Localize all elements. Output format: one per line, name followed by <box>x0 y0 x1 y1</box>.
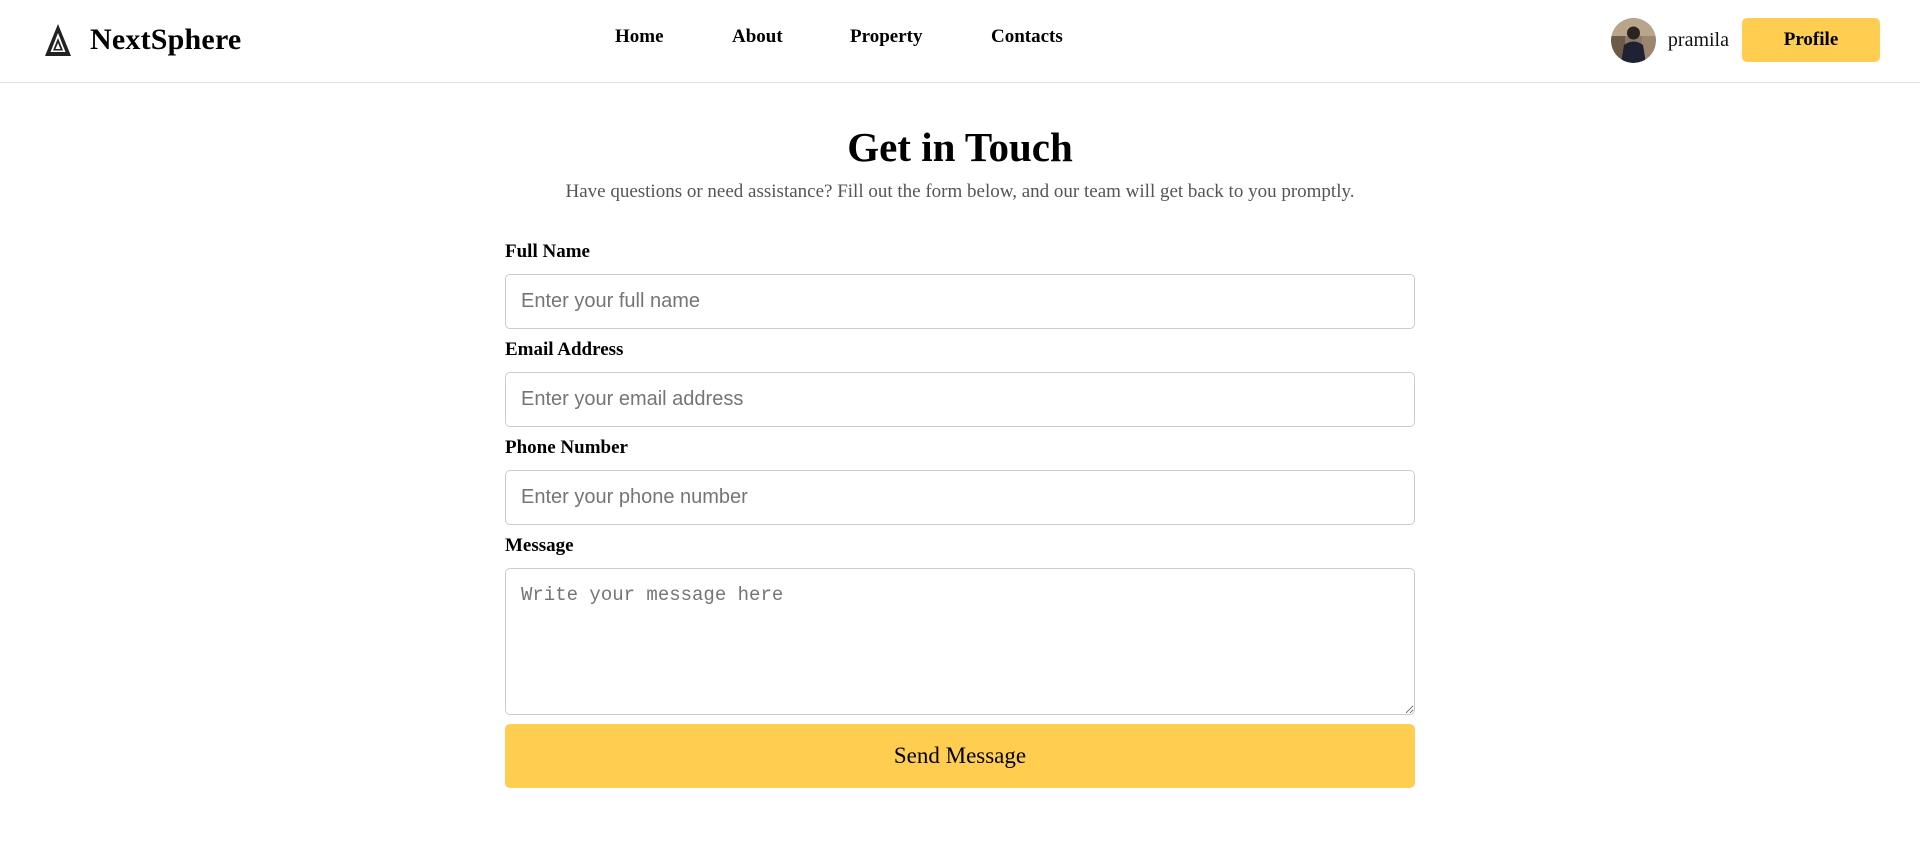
phone-label: Phone Number <box>505 437 628 458</box>
nav-about-link[interactable]: About <box>732 26 783 48</box>
page-title: Get in Touch <box>847 124 1073 170</box>
user-avatar[interactable] <box>1610 17 1656 63</box>
nav-contacts-link[interactable]: Contacts <box>991 26 1063 48</box>
send-message-button[interactable]: Send Message <box>505 724 1415 788</box>
top-header: NextSphere Home About Property Contacts … <box>0 0 1920 83</box>
message-textarea[interactable] <box>505 568 1415 715</box>
user-area: pramila Profile <box>1610 17 1880 63</box>
nav-property-link[interactable]: Property <box>850 26 922 48</box>
phone-input[interactable] <box>505 470 1415 525</box>
email-label: Email Address <box>505 339 624 360</box>
username: pramila <box>1667 28 1729 51</box>
message-label: Message <box>505 535 574 556</box>
full-name-input[interactable] <box>505 274 1415 329</box>
email-input[interactable] <box>505 372 1415 427</box>
full-name-label: Full Name <box>505 241 590 262</box>
page-subtitle: Have questions or need assistance? Fill … <box>565 181 1355 202</box>
nav-home-link[interactable]: Home <box>615 26 664 48</box>
profile-button[interactable]: Profile <box>1742 18 1880 62</box>
